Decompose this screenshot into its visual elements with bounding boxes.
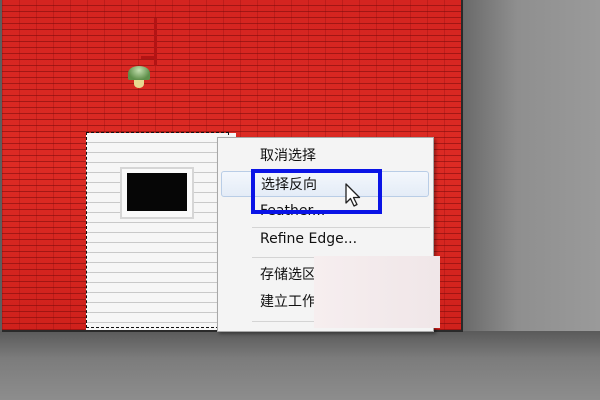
selection-marquee[interactable] xyxy=(86,132,229,328)
workspace-bottom-background xyxy=(0,331,600,400)
menu-item-refine-edge[interactable]: Refine Edge... xyxy=(218,226,433,252)
lamp-bulb xyxy=(134,80,144,88)
lamp-arm xyxy=(141,56,157,59)
menu-item-deselect[interactable]: 取消选择 xyxy=(218,143,433,169)
lamp-icon xyxy=(128,66,150,80)
arrow-cursor-icon xyxy=(345,183,361,207)
watermark-overlay xyxy=(314,256,440,328)
